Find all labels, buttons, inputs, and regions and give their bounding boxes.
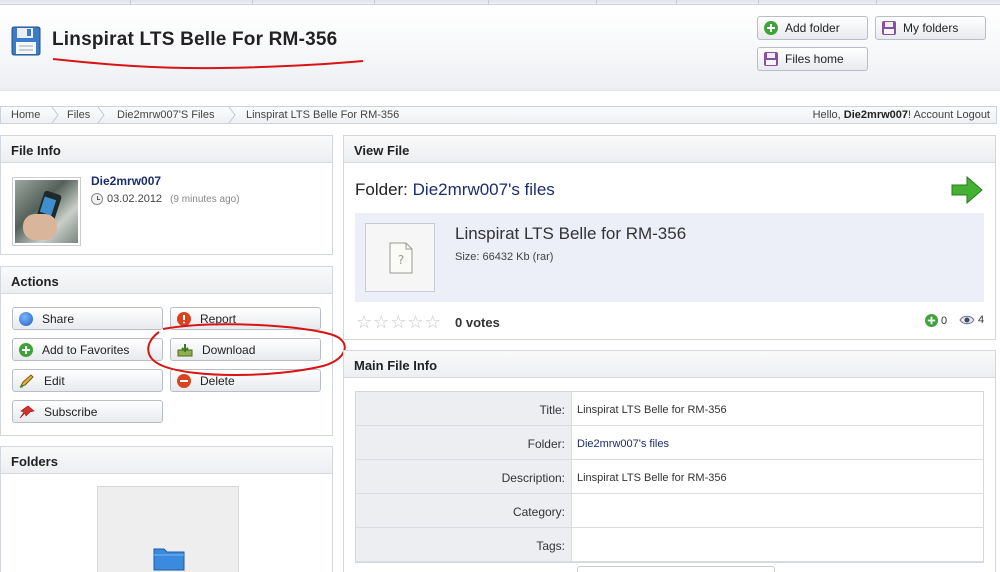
breadcrumb-home[interactable]: Home	[11, 109, 40, 121]
add-to-favorites-button[interactable]: Add to Favorites	[12, 338, 163, 361]
unknown-file-icon: ?	[389, 242, 413, 274]
folders-heading: Folders	[1, 447, 332, 474]
edit-button[interactable]: Edit	[12, 369, 163, 392]
my-folders-button[interactable]: My folders	[875, 16, 986, 40]
files-home-label: Files home	[785, 52, 844, 66]
plus-circle-icon	[925, 314, 938, 327]
share-icon	[19, 311, 33, 326]
time-ago: (9 minutes ago)	[170, 193, 240, 205]
breadcrumb-separator-icon	[97, 107, 105, 123]
table-row: Category:	[356, 494, 983, 528]
star-icon[interactable]: ☆	[425, 313, 441, 331]
date-text: 03.02.2012	[107, 193, 163, 205]
plus-stat: 0	[925, 314, 947, 327]
breadcrumb-separator-icon	[51, 107, 59, 123]
actions-heading: Actions	[1, 267, 332, 294]
star-icon[interactable]: ☆	[356, 313, 372, 331]
file-thumbnail: ?	[365, 223, 435, 292]
disk-icon	[882, 21, 896, 35]
vote-count: 0 votes	[455, 315, 500, 330]
uploader-link[interactable]: Die2mrw007	[91, 174, 161, 188]
eye-icon	[959, 315, 975, 325]
breadcrumb-current: Linspirat LTS Belle For RM-356	[246, 109, 400, 121]
views-stat: 4	[959, 314, 984, 326]
disk-icon	[764, 52, 778, 66]
clock-icon	[91, 193, 103, 205]
floppy-disk-icon	[11, 26, 41, 56]
star-icon[interactable]: ☆	[373, 313, 389, 331]
view-file-heading: View File	[344, 136, 995, 163]
folder-link[interactable]: Die2mrw007's files	[413, 180, 555, 199]
greeting-username[interactable]: Die2mrw007	[844, 109, 908, 121]
pin-icon	[19, 405, 35, 418]
share-button[interactable]: Share	[12, 307, 163, 330]
add-folder-label: Add folder	[785, 21, 840, 35]
table-row: Description: Linspirat LTS Belle for RM-…	[356, 460, 983, 494]
file-name: Linspirat LTS Belle for RM-356	[455, 224, 687, 243]
annotation-circle	[147, 323, 346, 376]
breadcrumb-user-files[interactable]: Die2mrw007'S Files	[117, 109, 214, 121]
table-row: Tags:	[356, 528, 983, 562]
table-row: Folder: Die2mrw007's files	[356, 426, 983, 460]
add-folder-button[interactable]: Add folder	[757, 16, 868, 40]
green-arrow-right-icon[interactable]	[950, 175, 984, 205]
breadcrumb-files[interactable]: Files	[67, 109, 90, 121]
folder-tile[interactable]	[97, 486, 239, 572]
file-size: Size: 66432 Kb (rar)	[455, 251, 554, 263]
page-title: Linspirat LTS Belle For RM-356	[52, 29, 338, 50]
page-header: Linspirat LTS Belle For RM-356 Add folde…	[0, 5, 1000, 91]
breadcrumb: Home Files Die2mrw007'S Files Linspirat …	[0, 106, 997, 124]
logout-link[interactable]: Logout	[956, 109, 990, 121]
file-details-box: ? Linspirat LTS Belle for RM-356 Size: 6…	[355, 213, 984, 302]
star-icon[interactable]: ☆	[390, 313, 406, 331]
account-link[interactable]: Account	[914, 109, 954, 121]
table-row: Title: Linspirat LTS Belle for RM-356	[356, 392, 983, 426]
files-home-button[interactable]: Files home	[757, 47, 868, 71]
file-info-heading: File Info	[1, 136, 332, 163]
folder-link[interactable]: Die2mrw007's files	[577, 438, 669, 450]
next-field-edge	[577, 566, 775, 572]
plus-circle-icon	[19, 342, 33, 357]
upload-date: 03.02.2012 (9 minutes ago)	[91, 193, 240, 205]
user-greeting: Hello, Die2mrw007! Account Logout	[812, 109, 990, 121]
file-info-table: Title: Linspirat LTS Belle for RM-356 Fo…	[355, 391, 984, 563]
main-file-info-heading: Main File Info	[344, 351, 995, 378]
svg-text:?: ?	[398, 253, 404, 267]
folder-icon	[153, 548, 185, 571]
pencil-icon	[19, 373, 34, 388]
avatar[interactable]	[12, 177, 81, 246]
subscribe-button[interactable]: Subscribe	[12, 400, 163, 423]
folder-line: Folder: Die2mrw007's files	[355, 180, 555, 199]
annotation-underline	[52, 58, 364, 70]
my-folders-label: My folders	[903, 21, 959, 35]
breadcrumb-separator-icon	[228, 107, 236, 123]
star-icon[interactable]: ☆	[407, 313, 423, 331]
plus-circle-icon	[764, 21, 778, 35]
rating-stars[interactable]: ☆ ☆ ☆ ☆ ☆	[356, 313, 441, 331]
